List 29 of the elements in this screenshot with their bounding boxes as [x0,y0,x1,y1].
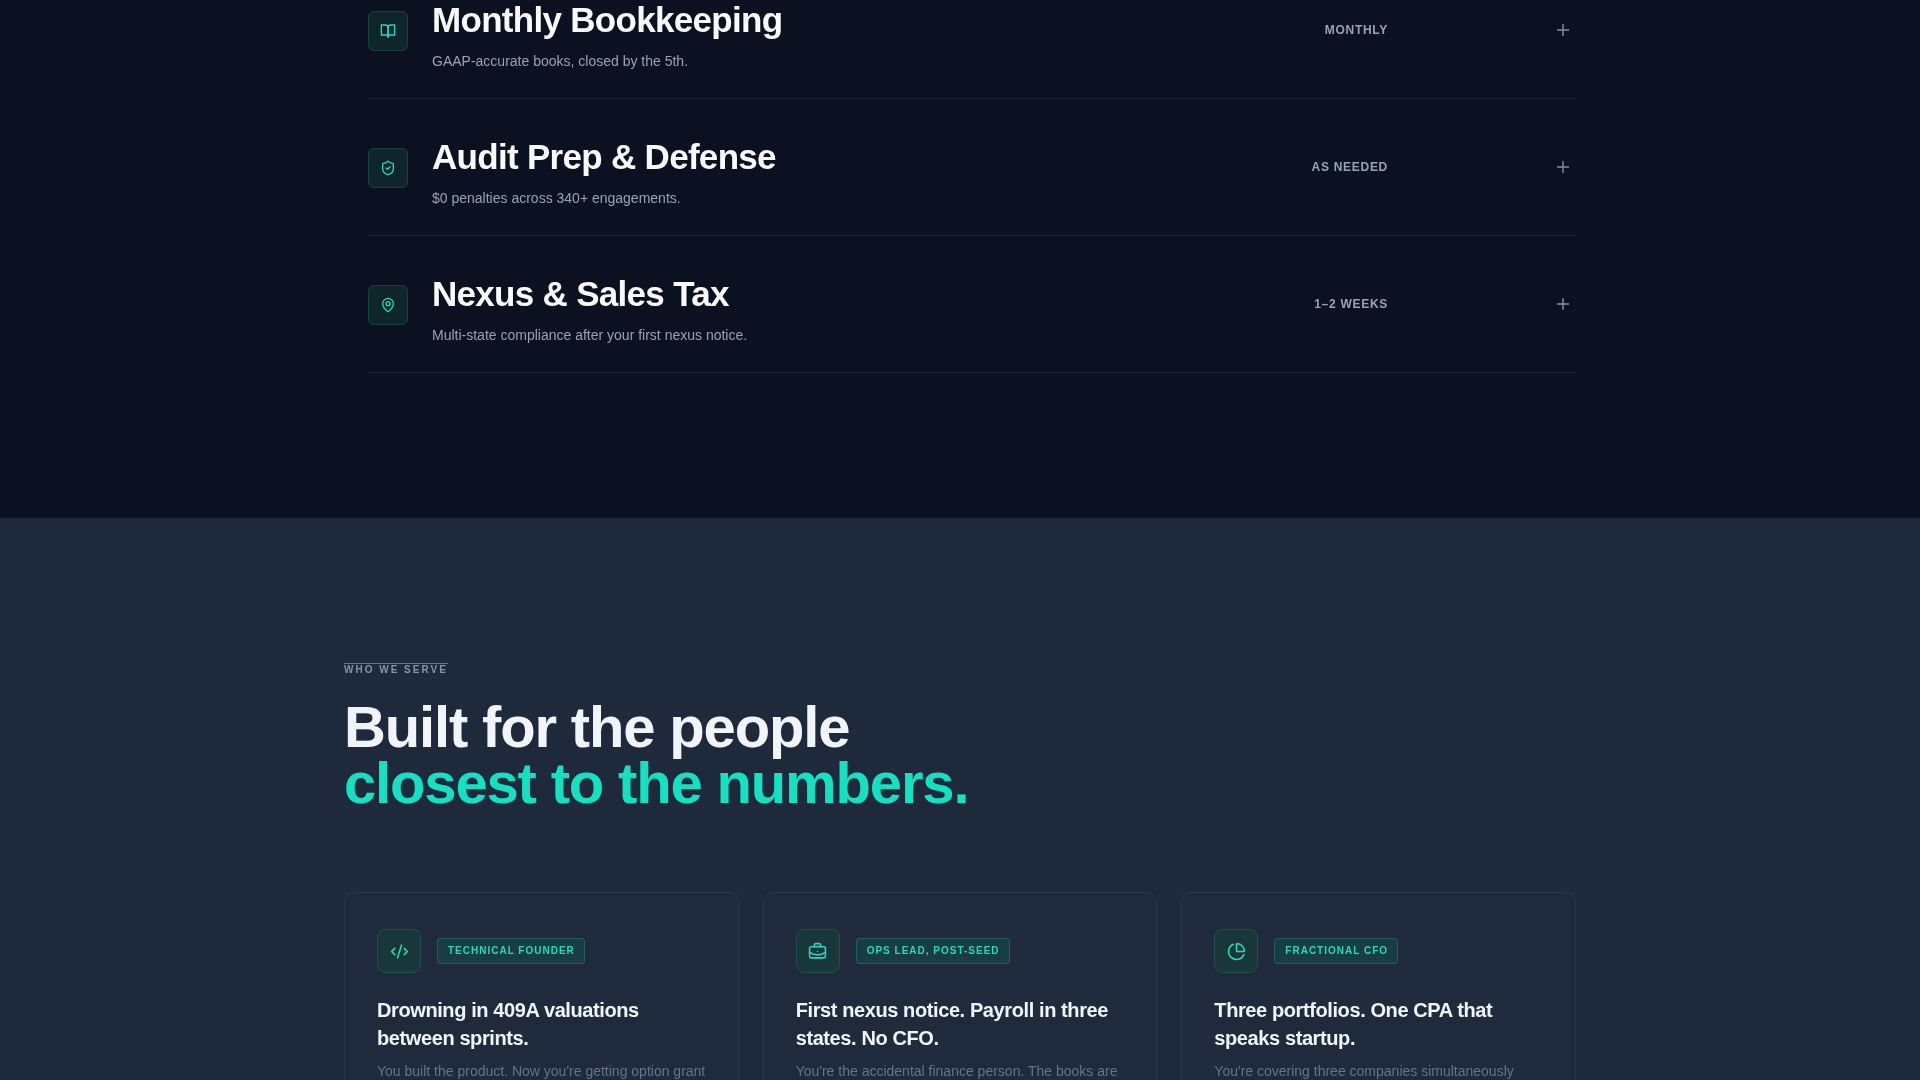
role-tag: OPS LEAD, POST-SEED [855,938,1010,964]
plus-icon[interactable] [1557,24,1569,36]
card-title: Three portfolios. One CPA that speaks startup. [1214,998,1494,1052]
role-tag: TECHNICAL FOUNDER [437,938,585,964]
shield-check-icon [368,148,408,188]
plus-icon[interactable] [1557,298,1569,310]
cadence-label: AS NEEDED [1311,159,1388,175]
briefcase-icon [795,929,840,973]
section-heading: Built for the people closest to the numbers. [344,699,969,811]
card-text: You're covering three companies simultaneously [1214,1061,1515,1080]
map-pin-icon [368,285,408,325]
card-text: You're the accidental finance person. The books are [795,1061,1119,1080]
service-description: Multi-state compliance after your first nexus notice. [432,326,748,345]
book-icon [368,11,408,51]
card-title: First nexus notice. Payroll in three states. No CFO. [795,998,1109,1052]
service-title: Monthly Bookkeeping [432,0,783,40]
role-tag: FRACTIONAL CFO [1274,938,1399,964]
card-title: Drowning in 409A valuations between sprints. [377,998,640,1052]
service-title: Nexus & Sales Tax [432,274,729,314]
code-icon [377,929,421,973]
service-title: Audit Prep & Defense [432,137,776,177]
cadence-label: 1–2 WEEKS [1314,296,1388,312]
cadence-label: MONTHLY [1324,22,1388,38]
service-description: GAAP-accurate books, closed by the 5th. [432,52,689,71]
plus-icon[interactable] [1557,161,1569,173]
service-description: $0 penalties across 340+ engagements. [432,189,681,208]
section-eyebrow: WHO WE SERVE [344,663,448,676]
card-text: You built the product. Now you're getting option grant [377,1061,706,1080]
pie-chart-icon [1214,929,1259,973]
